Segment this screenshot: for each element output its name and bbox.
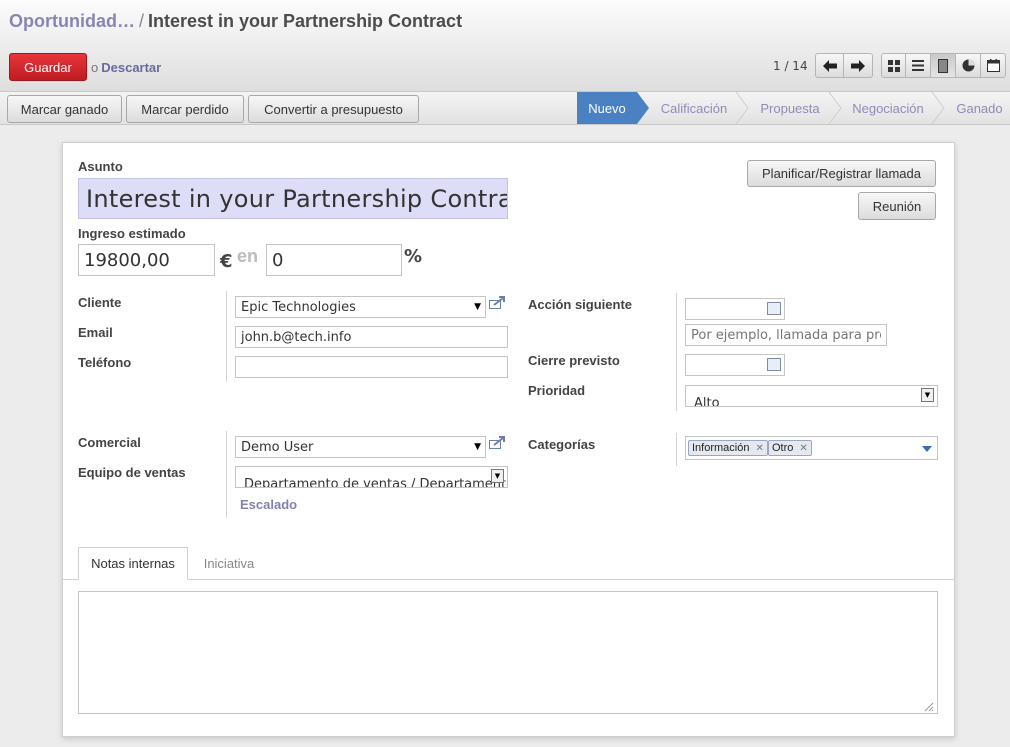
dropdown-arrow-icon: ▼	[921, 388, 934, 402]
priority-label: Prioridad	[528, 383, 586, 398]
save-button[interactable]: Guardar	[9, 53, 87, 81]
arrow-right-icon	[851, 59, 865, 72]
dropdown-arrow-icon: ▼	[474, 302, 481, 312]
resize-handle-icon[interactable]	[922, 700, 934, 712]
email-label: Email	[78, 325, 113, 340]
calendar-view-button[interactable]	[981, 53, 1006, 78]
phone-field[interactable]	[235, 356, 508, 378]
or-text: o	[91, 60, 99, 75]
stage-negotiation[interactable]: Negociación	[843, 92, 933, 124]
stage-proposal[interactable]: Propuesta	[750, 92, 830, 124]
list-icon	[912, 60, 924, 71]
meeting-button[interactable]: Reunión	[858, 192, 936, 220]
column-divider	[226, 291, 227, 382]
next-action-date-field[interactable]	[685, 298, 785, 320]
email-field[interactable]: john.b@tech.info	[235, 326, 508, 348]
customer-label: Cliente	[78, 295, 122, 310]
external-link-icon[interactable]	[489, 296, 506, 309]
category-tag-label: Información	[692, 442, 750, 454]
column-divider	[226, 431, 227, 518]
pie-chart-icon	[962, 59, 974, 72]
priority-select[interactable]: Alto ▼	[685, 385, 938, 407]
breadcrumb: Oportunidad… / Interest in your Partnershi…	[9, 11, 462, 32]
stage-arrow-active-icon	[637, 92, 649, 124]
stage-separator-icon	[735, 92, 749, 124]
mark-lost-button[interactable]: Marcar perdido	[126, 95, 244, 123]
date-picker-icon[interactable]	[767, 302, 781, 315]
subject-field[interactable]: Interest in your Partnership Contract	[78, 178, 508, 219]
category-tag: Información ✕	[688, 440, 768, 456]
currency-symbol: €	[220, 251, 233, 272]
escalate-link[interactable]: Escalado	[240, 497, 297, 512]
close-icon[interactable]: ✕	[755, 443, 763, 454]
form-view-button[interactable]	[931, 53, 956, 78]
closing-date-label: Cierre previsto	[528, 353, 620, 368]
grid-icon	[887, 59, 900, 72]
probability-field[interactable]: 0	[266, 244, 402, 276]
pager-buttons	[815, 53, 873, 78]
stage-new[interactable]: Nuevo	[577, 92, 637, 124]
external-link-icon[interactable]	[489, 436, 506, 449]
customer-select[interactable]: Epic Technologies ▼	[235, 296, 486, 318]
graph-view-button[interactable]	[956, 53, 981, 78]
salesperson-select[interactable]: Demo User ▼	[235, 436, 486, 458]
pager-value: 1 / 14	[773, 59, 808, 73]
discard-area: o Descartar	[91, 60, 161, 75]
control-panel: Oportunidad… / Interest in your Partnershi…	[0, 0, 1010, 92]
next-action-field[interactable]	[685, 324, 887, 346]
stage-won[interactable]: Ganado	[949, 92, 1010, 124]
next-action-label: Acción siguiente	[528, 297, 633, 312]
schedule-call-button[interactable]: Planificar/Registrar llamada	[747, 160, 936, 187]
percent-symbol: %	[404, 246, 423, 267]
discard-button[interactable]: Descartar	[101, 60, 161, 75]
priority-value: Alto	[694, 396, 720, 407]
subject-label: Asunto	[78, 159, 123, 174]
dropdown-arrow-icon[interactable]	[922, 446, 932, 452]
breadcrumb-current: Interest in your Partnership Contract	[148, 11, 463, 31]
categories-label: Categorías	[528, 437, 596, 452]
category-tag: Otro ✕	[768, 440, 812, 456]
tab-lead[interactable]: Iniciativa	[190, 547, 268, 580]
revenue-label: Ingreso estimado	[78, 226, 186, 241]
salesperson-value: Demo User	[241, 439, 314, 455]
dropdown-arrow-icon: ▼	[474, 442, 481, 452]
kanban-view-button[interactable]	[881, 53, 906, 78]
date-picker-icon[interactable]	[767, 358, 781, 371]
statusbar: Marcar ganado Marcar perdido Convertir a…	[0, 92, 1010, 125]
phone-label: Teléfono	[78, 355, 132, 370]
column-divider	[676, 433, 677, 466]
breadcrumb-separator: /	[138, 11, 144, 31]
closing-date-field[interactable]	[685, 354, 785, 376]
sales-team-value: Departamento de ventas / Departamento	[244, 477, 508, 488]
mark-won-button[interactable]: Marcar ganado	[7, 95, 122, 123]
revenue-field[interactable]: 19800,00	[78, 244, 215, 276]
dropdown-arrow-icon: ▼	[491, 469, 504, 483]
view-switcher	[881, 53, 1006, 78]
salesperson-label: Comercial	[78, 435, 141, 450]
next-record-button[interactable]	[844, 53, 873, 78]
arrow-left-icon	[822, 59, 837, 72]
stage-separator-icon	[828, 92, 842, 124]
convert-quote-button[interactable]: Convertir a presupuesto	[248, 95, 419, 123]
customer-value: Epic Technologies	[241, 299, 356, 315]
sales-team-label: Equipo de ventas	[78, 465, 186, 480]
tab-internal-notes[interactable]: Notas internas	[78, 547, 188, 580]
category-tag-label: Otro	[772, 442, 794, 454]
stage-qualification[interactable]: Calificación	[650, 92, 738, 124]
list-view-button[interactable]	[906, 53, 931, 78]
close-icon[interactable]: ✕	[799, 443, 807, 454]
in-label: en	[237, 246, 259, 266]
categories-field[interactable]: Información ✕ Otro ✕	[685, 436, 938, 460]
internal-notes-field[interactable]	[78, 591, 938, 714]
previous-record-button[interactable]	[815, 53, 844, 78]
column-divider	[676, 293, 677, 411]
sales-team-select[interactable]: Departamento de ventas / Departamento ▼	[235, 466, 508, 488]
breadcrumb-parent[interactable]: Oportunidad…	[9, 11, 135, 31]
calendar-icon	[986, 59, 1000, 72]
form-icon	[938, 58, 948, 73]
stage-separator-icon	[931, 92, 945, 124]
